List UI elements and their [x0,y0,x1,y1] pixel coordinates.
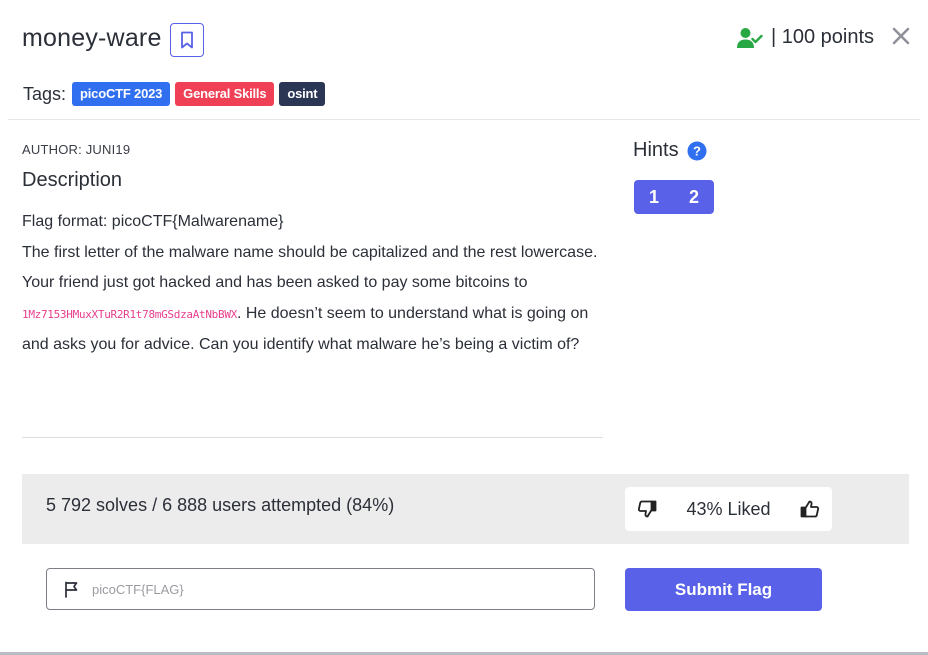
svg-text:?: ? [693,143,701,158]
description-line: Flag format: picoCTF{Malwarename} [22,213,284,230]
solves-count: 5 792 solves / 6 888 users attempted (84… [46,495,395,515]
bookmark-button[interactable] [170,23,204,57]
thumbs-down-icon[interactable] [637,499,657,519]
rating-box: 43% Liked [625,487,832,531]
user-check-icon [736,27,763,49]
close-button[interactable] [889,24,913,48]
tag-badge[interactable]: picoCTF 2023 [72,82,171,106]
flag-input-wrapper [46,568,595,610]
header-divider [8,119,920,120]
description-line: The first letter of the malware name sho… [22,243,598,261]
liked-percentage: 43% Liked [686,498,771,519]
hints-heading: Hints ? [633,139,707,162]
description-text: Your friend just got hacked and has been… [22,274,528,291]
hints-label: Hints [633,139,679,161]
tag-badge[interactable]: osint [279,82,326,106]
points-label: | 100 points [770,26,874,48]
description-divider [22,437,603,438]
hint-button-2[interactable]: 2 [674,180,714,214]
description-line: Your friend just got hacked and has been… [22,268,607,361]
bitcoin-address: 1Mz7153HMuxXTuR2R1t78mGSdzaAtNbBWX [22,307,237,321]
description-body: Flag format: picoCTF{Malwarename} The fi… [22,207,607,361]
flag-icon [64,581,78,598]
thumbs-up-icon[interactable] [800,499,820,519]
tag-badge[interactable]: General Skills [175,82,275,106]
challenge-modal: money-ware | 100 points Tags: picoCTF 20… [0,0,928,652]
close-icon [892,27,910,45]
stats-bar: 5 792 solves / 6 888 users attempted (84… [22,474,909,544]
points-indicator: | 100 points [736,26,874,49]
author-label: AUTHOR: JUNI19 [22,142,131,157]
description-heading: Description [22,169,123,191]
submit-flag-button[interactable]: Submit Flag [625,568,822,611]
hint-button-group: 1 2 [634,180,714,214]
hint-button-1[interactable]: 1 [634,180,674,214]
tags-label: Tags: [23,83,67,104]
tags-row: Tags: picoCTF 2023 General Skills osint [23,82,330,106]
flag-input[interactable] [92,581,572,597]
bookmark-icon [180,31,194,49]
question-circle-icon[interactable]: ? [687,141,707,161]
challenge-title: money-ware [22,24,162,52]
